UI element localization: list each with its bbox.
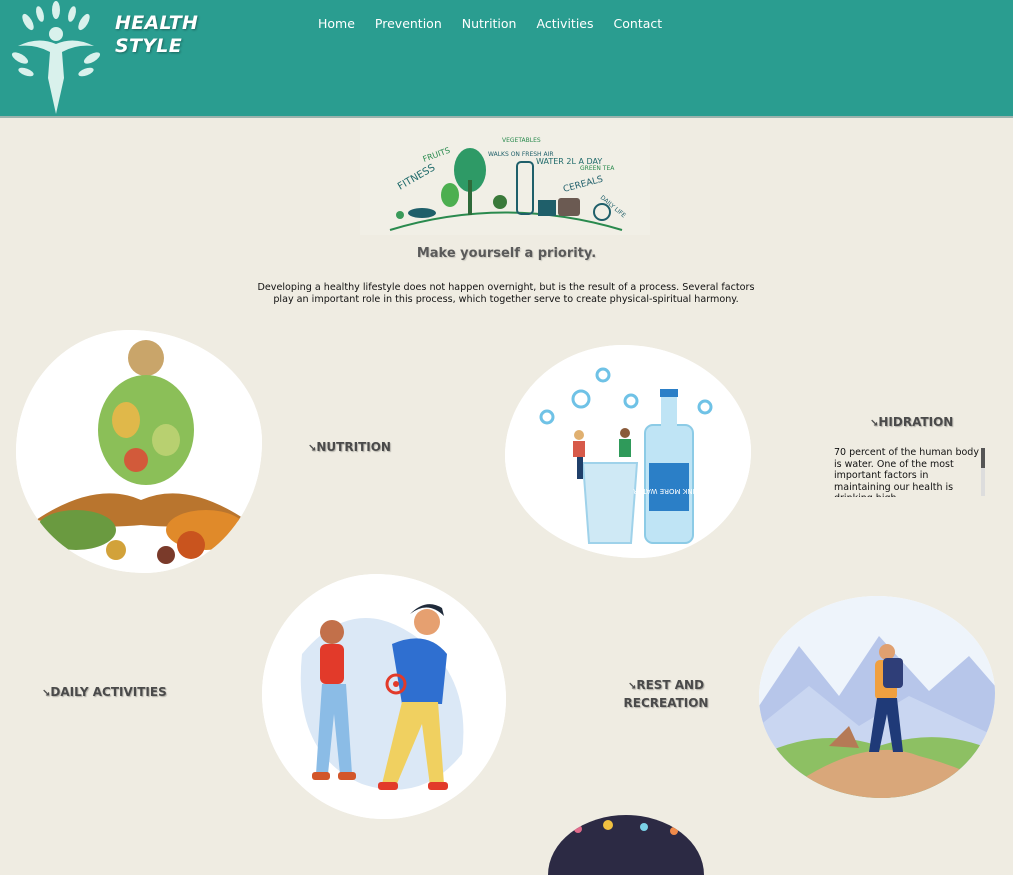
nav-activities[interactable]: Activities (526, 14, 603, 33)
rest-recreation-label[interactable]: ↘REST AND RECREATION (622, 677, 710, 711)
brand-line-2: STYLE (115, 35, 182, 57)
next-section-image (548, 815, 704, 875)
logo-icon[interactable] (10, 0, 102, 116)
banner-word-greentea: GREEN TEA (580, 165, 615, 172)
brand-title[interactable]: HEALTH STYLE (115, 12, 198, 58)
main-nav: Home Prevention Nutrition Activities Con… (308, 14, 672, 33)
intro-paragraph: Developing a healthy lifestyle does not … (257, 282, 755, 305)
nav-nutrition[interactable]: Nutrition (452, 14, 527, 33)
rest-recreation-image (759, 596, 995, 798)
nutrition-label[interactable]: ↘NUTRITION (308, 439, 391, 457)
rest-recreation-label-text: REST AND RECREATION (623, 678, 709, 710)
healthy-lifestyle-banner: FRUITS FITNESS WALKS ON FRESH AIR VEGETA… (360, 120, 650, 235)
site-header: HEALTH STYLE Home Prevention Nutrition A… (0, 0, 1013, 118)
daily-activities-label[interactable]: ↘DAILY ACTIVITIES (42, 684, 167, 702)
nav-home[interactable]: Home (308, 14, 365, 33)
nav-contact[interactable]: Contact (604, 14, 673, 33)
nav-prevention[interactable]: Prevention (365, 14, 452, 33)
hidration-text-box[interactable]: 70 percent of the human body is water. O… (834, 447, 986, 497)
hidration-label-text: HIDRATION (878, 415, 954, 429)
hidration-label[interactable]: ↘HIDRATION (870, 414, 953, 432)
page-headline: Make yourself a priority. (416, 246, 597, 261)
brand-line-1: HEALTH (115, 12, 199, 34)
bottle-label: DRINK MORE WATER (633, 487, 705, 495)
hydration-image: DRINK MORE WATER (505, 345, 751, 558)
daily-activities-image (262, 574, 506, 819)
daily-activities-label-text: DAILY ACTIVITIES (50, 685, 167, 699)
nutrition-label-text: NUTRITION (316, 440, 391, 454)
nutrition-image (16, 330, 262, 573)
scrollbar-thumb[interactable] (981, 448, 985, 468)
banner-word-vegetables: VEGETABLES (502, 137, 541, 144)
